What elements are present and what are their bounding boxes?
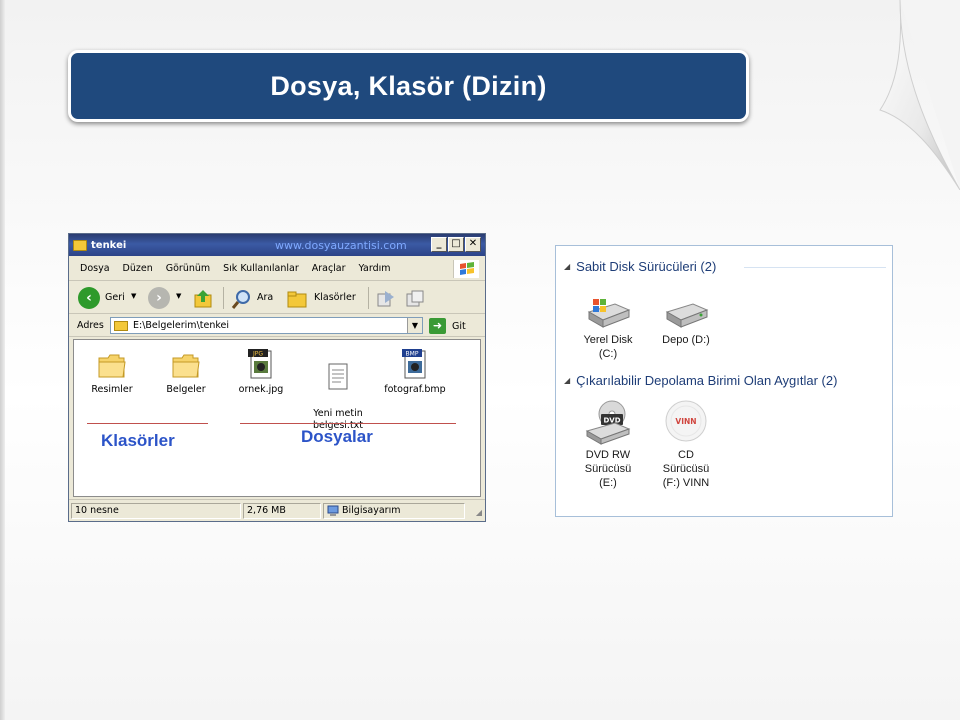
menu-bar: Dosya Düzen Görünüm Sık Kullanılanlar Ar… — [69, 257, 485, 281]
toolbar-separator — [223, 287, 224, 309]
maximize-button[interactable]: □ — [448, 237, 464, 252]
address-dropdown-icon[interactable]: ▼ — [407, 318, 422, 333]
menu-item-araclar[interactable]: Araçlar — [312, 263, 346, 274]
drive-item-d[interactable]: Depo (D:) — [650, 298, 722, 347]
folder-icon — [98, 354, 126, 378]
hard-drive-windows-icon — [587, 299, 631, 328]
group-divider — [744, 267, 886, 268]
files-underline — [240, 423, 456, 424]
toolbar: ‹ Geri ▼ › ▼ Ara Klasörler — [69, 282, 485, 314]
files-annotation: Dosyalar — [301, 427, 373, 446]
search-icon[interactable] — [231, 288, 253, 310]
drive-item-e[interactable]: DVD DVD RW Sürücüsü (E:) — [572, 399, 644, 490]
file-item-ornek-jpg[interactable]: JPG ornek.jpg — [226, 348, 296, 396]
group-header-hard-disks[interactable]: ◢ Sabit Disk Sürücüleri (2) — [564, 259, 716, 274]
address-label: Adres — [77, 320, 104, 331]
move-to-icon[interactable] — [376, 289, 396, 309]
file-item-label: ornek.jpg — [238, 384, 284, 395]
cd-disc-icon: VINN — [665, 400, 707, 442]
menu-item-gorunum[interactable]: Görünüm — [166, 263, 210, 274]
drive-label: CD Sürücüsü (F:) VINN — [662, 449, 710, 489]
address-path: E:\Belgelerim\tenkei — [133, 320, 230, 331]
folders-annotation: Klasörler — [101, 431, 175, 450]
collapse-arrow-icon[interactable]: ◢ — [564, 376, 570, 385]
drive-label: DVD RW Sürücüsü (E:) — [584, 449, 632, 489]
back-button-label[interactable]: Geri — [105, 292, 125, 303]
slide: Dosya, Klasör (Dizin) tenkei www.dosyauz… — [0, 0, 960, 720]
drive-label: Yerel Disk (C:) — [583, 334, 633, 360]
drive-item-f[interactable]: VINN CD Sürücüsü (F:) VINN — [650, 399, 722, 490]
explorer-window: tenkei www.dosyauzantisi.com _ □ ✕ Dosya… — [68, 233, 486, 522]
search-button-label[interactable]: Ara — [257, 292, 273, 303]
jpg-badge: JPG — [252, 351, 263, 358]
folders-underline — [87, 423, 208, 424]
go-button-label[interactable]: Git — [452, 321, 466, 332]
bmp-badge: BMP — [406, 351, 419, 358]
page-curl-decoration — [879, 0, 960, 190]
status-size: 2,76 MB — [243, 503, 321, 519]
computer-icon — [327, 505, 339, 516]
file-item-label: Resimler — [91, 384, 133, 395]
resize-grip-icon[interactable]: ◢ — [476, 508, 482, 517]
menu-item-duzen[interactable]: Düzen — [123, 263, 153, 274]
status-count: 10 nesne — [71, 503, 241, 519]
file-item-fotograf-bmp[interactable]: BMP fotograf.bmp — [380, 348, 450, 396]
bmp-file-icon: BMP — [402, 349, 426, 379]
close-button[interactable]: ✕ — [465, 237, 481, 252]
slide-title: Dosya, Klasör (Dizin) — [270, 70, 547, 101]
drives-panel: ◢ Sabit Disk Sürücüleri (2) Yerel Disk (… — [555, 245, 893, 517]
watermark-text: www.dosyauzantisi.com — [275, 239, 407, 252]
status-bar: 10 nesne 2,76 MB Bilgisayarım ◢ — [69, 499, 485, 521]
folder-icon — [114, 321, 128, 331]
file-item-label: Belgeler — [166, 384, 206, 395]
file-item-belgeler[interactable]: Belgeler — [151, 352, 221, 396]
up-folder-icon[interactable] — [193, 288, 215, 310]
file-list-pane: Resimler Belgeler JPG ornek.jpg Yeni met… — [73, 339, 481, 497]
windows-logo-icon — [453, 260, 479, 278]
menu-item-sik-kullanilanlar[interactable]: Sık Kullanılanlar — [223, 263, 299, 274]
address-input[interactable]: E:\Belgelerim\tenkei ▼ — [110, 317, 423, 334]
drive-label: Depo (D:) — [662, 334, 710, 346]
folders-icon[interactable] — [287, 289, 309, 309]
cd-label-badge: VINN — [675, 417, 696, 426]
back-arrow-icon[interactable]: ‹ — [78, 287, 100, 309]
file-item-label: fotograf.bmp — [384, 384, 446, 395]
text-file-icon — [328, 363, 348, 390]
window-titlebar[interactable]: tenkei www.dosyauzantisi.com _ □ ✕ — [69, 234, 485, 256]
dvd-badge: DVD — [603, 417, 620, 425]
forward-dropdown-icon[interactable]: ▼ — [176, 292, 181, 300]
group-header-removable[interactable]: ◢ Çıkarılabilir Depolama Birimi Olan Ayg… — [564, 373, 837, 388]
dvd-drive-icon: DVD — [585, 400, 631, 445]
forward-arrow-icon[interactable]: › — [148, 287, 170, 309]
group-header-label: Çıkarılabilir Depolama Birimi Olan Aygıt… — [576, 373, 838, 388]
folder-icon — [172, 354, 200, 378]
drive-item-c[interactable]: Yerel Disk (C:) — [572, 298, 644, 361]
copy-to-icon[interactable] — [405, 289, 425, 309]
menu-item-dosya[interactable]: Dosya — [80, 263, 110, 274]
back-dropdown-icon[interactable]: ▼ — [131, 292, 136, 300]
jpg-file-icon: JPG — [248, 349, 272, 379]
status-location: Bilgisayarım — [323, 503, 465, 519]
folder-icon — [73, 239, 87, 251]
menu-item-yardim[interactable]: Yardım — [359, 263, 391, 274]
address-bar: Adres E:\Belgelerim\tenkei ▼ ➜ Git — [69, 315, 485, 337]
hard-drive-icon — [665, 303, 709, 328]
window-title: tenkei — [91, 239, 127, 251]
go-arrow-icon[interactable]: ➜ — [429, 318, 446, 334]
group-header-label: Sabit Disk Sürücüleri (2) — [576, 259, 717, 274]
minimize-button[interactable]: _ — [431, 237, 447, 252]
file-item-resimler[interactable]: Resimler — [77, 352, 147, 396]
toolbar-separator — [368, 287, 369, 309]
file-item-yeni-metin-txt[interactable]: Yeni metin belgesi.txt — [303, 350, 373, 432]
folders-button-label[interactable]: Klasörler — [314, 292, 356, 303]
title-banner: Dosya, Klasör (Dizin) — [68, 50, 749, 122]
slide-left-edge — [0, 0, 5, 720]
status-location-label: Bilgisayarım — [342, 505, 401, 516]
collapse-arrow-icon[interactable]: ◢ — [564, 262, 570, 271]
